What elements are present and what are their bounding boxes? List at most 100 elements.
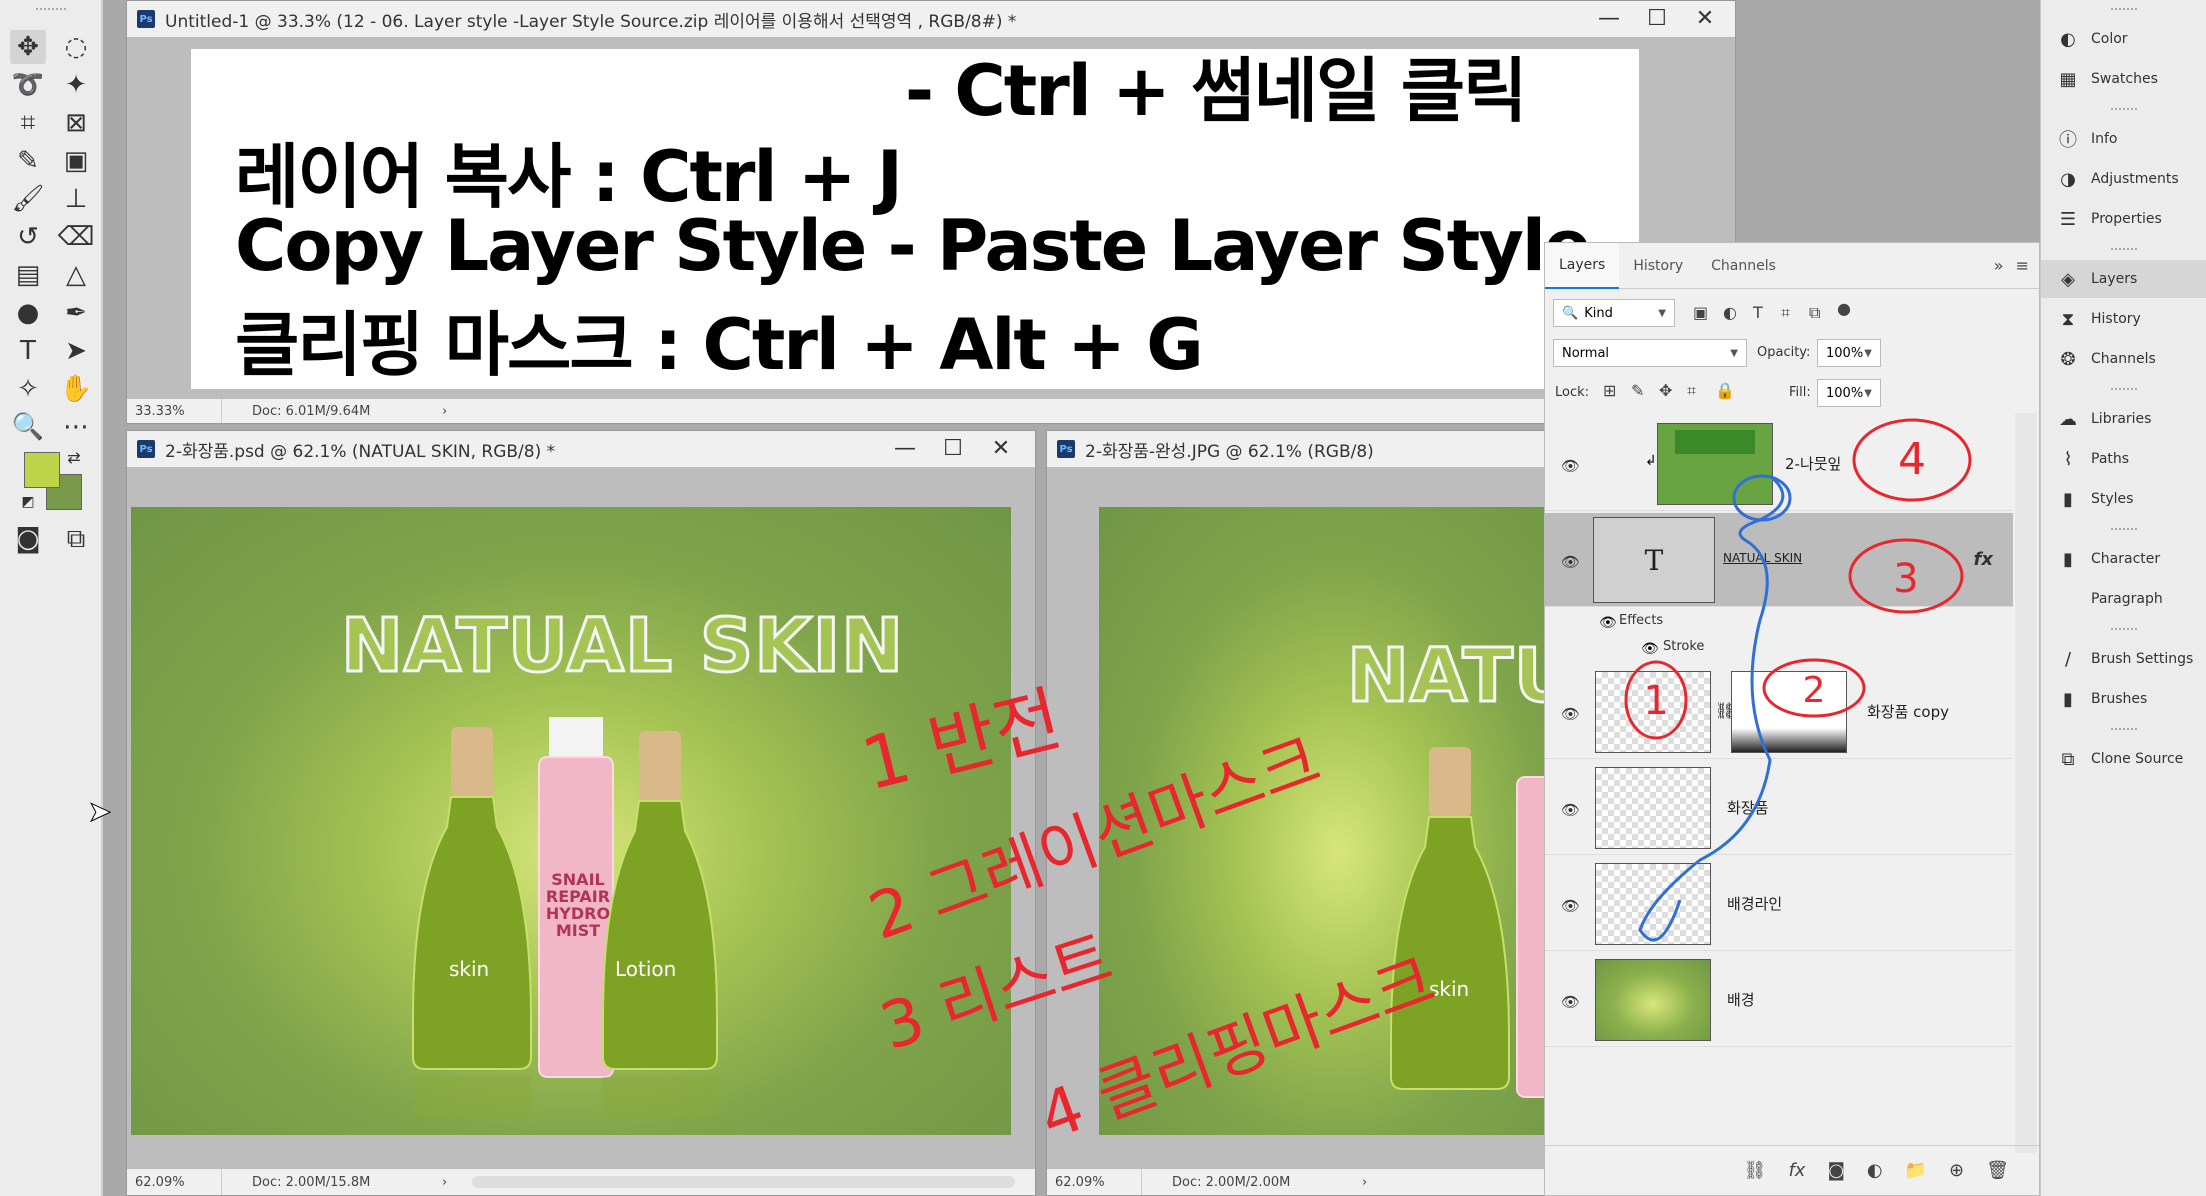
layer-thumbnail[interactable] bbox=[1595, 767, 1711, 849]
dock-grip[interactable] bbox=[2111, 388, 2137, 390]
dock-item-brushes[interactable]: ▮ Brushes bbox=[2041, 680, 2206, 718]
add-mask-icon[interactable]: ◙ bbox=[1827, 1160, 1844, 1181]
dock-item-paragraph[interactable]: Paragraph bbox=[2041, 580, 2206, 618]
document-titlebar[interactable]: Ps 2-화장품-완성.JPG @ 62.1% (RGB/8) bbox=[1047, 431, 1565, 467]
dodge-tool-icon[interactable]: ● bbox=[10, 296, 46, 330]
default-colors-icon[interactable]: ◩ bbox=[18, 492, 38, 512]
magic-wand-tool-icon[interactable]: ✦ bbox=[58, 68, 94, 102]
frame-tool-icon[interactable]: ⊠ bbox=[58, 106, 94, 140]
canvas-cosmetic-final[interactable]: NATUA skin bbox=[1099, 507, 1565, 1135]
dock-grip[interactable] bbox=[2111, 248, 2137, 250]
shape-tool-icon[interactable]: ✧ bbox=[10, 372, 46, 406]
foreground-color-swatch[interactable] bbox=[24, 452, 60, 488]
layer-row-leaf[interactable]: 👁 ↲ 2-나뭇잎 bbox=[1545, 417, 2013, 511]
brush-tool-icon[interactable]: 🖌 bbox=[10, 182, 46, 216]
fx-icon[interactable]: fx bbox=[1974, 549, 1993, 570]
eye-icon[interactable]: 👁 bbox=[1561, 897, 1580, 915]
close-button[interactable]: ✕ bbox=[1685, 5, 1725, 31]
path-select-tool-icon[interactable]: ➤ bbox=[58, 334, 94, 368]
lasso-tool-icon[interactable]: ➰ bbox=[10, 68, 46, 102]
dock-item-channels[interactable]: ❂ Channels bbox=[2041, 340, 2206, 378]
lock-all-icon[interactable]: 🔒 bbox=[1715, 381, 1735, 400]
eye-icon[interactable]: 👁 bbox=[1599, 615, 1617, 631]
lock-position-icon[interactable]: ✥ bbox=[1659, 381, 1672, 400]
lock-artboard-icon[interactable]: ⌗ bbox=[1687, 381, 1696, 401]
dock-item-layers[interactable]: ◈ Layers bbox=[2041, 260, 2206, 298]
document-window-cosmetic-jpg[interactable]: Ps 2-화장품-완성.JPG @ 62.1% (RGB/8) NATUA sk… bbox=[1046, 430, 1566, 1196]
layer-name[interactable]: 배경라인 bbox=[1727, 893, 1782, 914]
collapse-panel-icon[interactable]: » bbox=[1994, 256, 2004, 275]
layer-row-bg-line[interactable]: 👁 배경라인 bbox=[1545, 857, 2013, 951]
tab-channels[interactable]: Channels bbox=[1697, 243, 1790, 289]
dock-grip[interactable] bbox=[2111, 108, 2137, 110]
horizontal-scrollbar[interactable] bbox=[472, 1176, 1015, 1188]
dock-grip[interactable] bbox=[2111, 628, 2137, 630]
dock-item-info[interactable]: ⓘ Info bbox=[2041, 120, 2206, 158]
panel-menu-icon[interactable]: ≡ bbox=[2016, 256, 2029, 275]
filter-smart-object-icon[interactable]: ⧉ bbox=[1809, 303, 1820, 323]
zoom-level[interactable]: 33.33% bbox=[127, 399, 222, 423]
layers-scrollbar[interactable] bbox=[2015, 413, 2037, 1153]
document-window-untitled[interactable]: Ps Untitled-1 @ 33.3% (12 - 06. Layer st… bbox=[126, 0, 1736, 424]
swap-colors-icon[interactable]: ⇄ bbox=[62, 446, 86, 468]
filter-adjustment-icon[interactable]: ◐ bbox=[1723, 303, 1737, 322]
maximize-button[interactable]: ☐ bbox=[933, 435, 973, 461]
dock-item-clone-source[interactable]: ⧉ Clone Source bbox=[2041, 740, 2206, 778]
move-tool-icon[interactable]: ✥ bbox=[10, 30, 46, 64]
layer-mask-thumbnail[interactable] bbox=[1731, 671, 1847, 753]
dock-item-swatches[interactable]: ▦ Swatches bbox=[2041, 60, 2206, 98]
dock-item-libraries[interactable]: ☁ Libraries bbox=[2041, 400, 2206, 438]
tab-layers[interactable]: Layers bbox=[1545, 242, 1620, 289]
close-button[interactable]: ✕ bbox=[981, 435, 1021, 461]
zoom-tool-icon[interactable]: 🔍 bbox=[10, 410, 46, 444]
pen-tool-icon[interactable]: ✒ bbox=[58, 296, 94, 330]
layer-row-background[interactable]: 👁 배경 bbox=[1545, 953, 2013, 1047]
dock-grip[interactable] bbox=[2111, 528, 2137, 530]
layer-name[interactable]: 화장품 copy bbox=[1867, 701, 1949, 722]
dock-item-paths[interactable]: ⌇ Paths bbox=[2041, 440, 2206, 478]
quick-mask-icon[interactable]: ◙ bbox=[10, 522, 46, 556]
eyedropper-tool-icon[interactable]: ✎ bbox=[10, 144, 46, 178]
crop-tool-icon[interactable]: ⌗ bbox=[10, 106, 46, 140]
layer-thumbnail[interactable] bbox=[1657, 423, 1773, 505]
new-group-icon[interactable]: 📁 bbox=[1905, 1160, 1927, 1181]
document-titlebar[interactable]: Ps Untitled-1 @ 33.3% (12 - 06. Layer st… bbox=[127, 1, 1735, 37]
canvas-white[interactable]: - Ctrl + 썸네일 클릭 레이어 복사 : Ctrl + J Copy L… bbox=[191, 49, 1639, 389]
lock-transparent-icon[interactable]: ⊞ bbox=[1603, 381, 1616, 400]
filter-type-icon[interactable]: T bbox=[1753, 303, 1763, 322]
status-arrow-icon[interactable]: › bbox=[1362, 1175, 1367, 1190]
document-window-cosmetic-psd[interactable]: Ps 2-화장품.psd @ 62.1% (NATUAL SKIN, RGB/8… bbox=[126, 430, 1036, 1196]
new-layer-icon[interactable]: ⊕ bbox=[1949, 1160, 1964, 1181]
filter-kind-select[interactable]: 🔍 Kind ▼ bbox=[1553, 299, 1675, 327]
layer-row-text[interactable]: 👁 T NATUAL SKIN fx bbox=[1545, 513, 2013, 607]
minimize-button[interactable]: — bbox=[885, 435, 925, 461]
dock-item-character[interactable]: ▮ Character bbox=[2041, 540, 2206, 578]
dock-grip[interactable] bbox=[2111, 728, 2137, 730]
eye-icon[interactable]: 👁 bbox=[1561, 457, 1580, 475]
toolbar-grip[interactable] bbox=[36, 8, 66, 12]
eye-icon[interactable]: 👁 bbox=[1561, 993, 1580, 1011]
blend-mode-select[interactable]: Normal ▼ bbox=[1553, 339, 1747, 367]
gradient-tool-icon[interactable]: ▤ bbox=[10, 258, 46, 292]
more-tools-icon[interactable]: ⋯ bbox=[58, 410, 94, 444]
type-layer-thumbnail[interactable]: T bbox=[1593, 517, 1715, 603]
status-arrow-icon[interactable]: › bbox=[442, 404, 447, 419]
filter-toggle-icon[interactable]: ● bbox=[1837, 299, 1851, 318]
filter-shape-icon[interactable]: ⌗ bbox=[1781, 303, 1790, 323]
canvas-cosmetic[interactable]: NATUAL SKIN skin Lotion SNAIL REPAIR HYD… bbox=[131, 507, 1011, 1135]
lock-pixels-icon[interactable]: ✎ bbox=[1631, 381, 1644, 400]
blur-tool-icon[interactable]: △ bbox=[58, 258, 94, 292]
type-tool-icon[interactable]: T bbox=[10, 334, 46, 368]
filter-pixel-icon[interactable]: ▣ bbox=[1693, 303, 1708, 322]
eye-icon[interactable]: 👁 bbox=[1641, 641, 1659, 657]
link-layers-icon[interactable]: ⛓ bbox=[1744, 1160, 1767, 1181]
minimize-button[interactable]: — bbox=[1589, 5, 1629, 31]
layer-name[interactable]: NATUAL SKIN bbox=[1723, 551, 1802, 565]
status-arrow-icon[interactable]: › bbox=[442, 1175, 447, 1190]
marquee-tool-icon[interactable]: ◌ bbox=[58, 30, 94, 64]
dock-item-adjustments[interactable]: ◑ Adjustments bbox=[2041, 160, 2206, 198]
layer-name[interactable]: 배경 bbox=[1727, 989, 1755, 1010]
layer-row-cosmetic-copy[interactable]: 👁 ⛓ 화장품 copy bbox=[1545, 665, 2013, 759]
layer-row-cosmetic[interactable]: 👁 화장품 bbox=[1545, 761, 2013, 855]
maximize-button[interactable]: ☐ bbox=[1637, 5, 1677, 31]
